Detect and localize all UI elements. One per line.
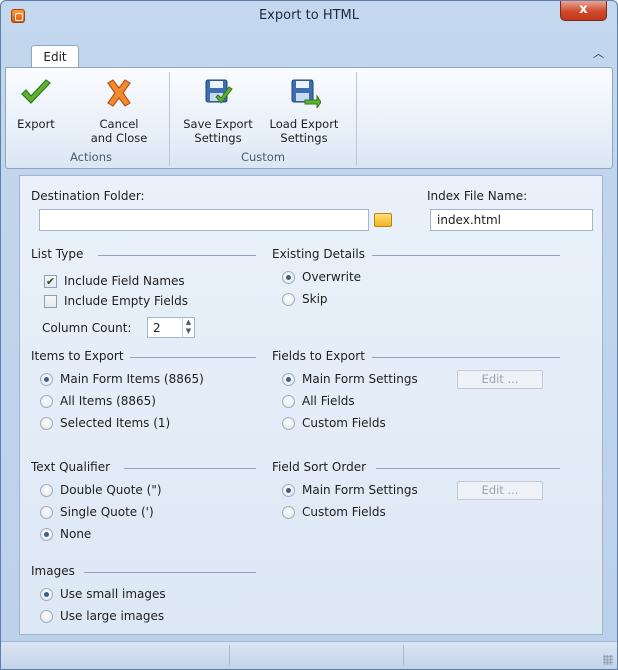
all-fields-radio[interactable] xyxy=(282,395,295,408)
cancel-and-close-button[interactable]: Cancel and Close xyxy=(84,78,154,145)
load-export-settings-button[interactable]: Load Export Settings xyxy=(264,78,344,145)
skip-label: Skip xyxy=(302,292,328,306)
close-button[interactable]: x xyxy=(560,1,607,21)
use-small-images-radio[interactable] xyxy=(40,588,53,601)
group-separator xyxy=(169,72,170,166)
use-small-images-label: Use small images xyxy=(60,587,166,601)
section-divider xyxy=(124,468,256,469)
custom-fields-label: Custom Fields xyxy=(302,416,386,430)
status-bar xyxy=(1,641,617,669)
custom-fields-radio[interactable] xyxy=(282,417,295,430)
existing-details-header: Existing Details xyxy=(272,247,365,261)
section-divider xyxy=(98,255,256,256)
section-divider xyxy=(372,357,560,358)
none-label: None xyxy=(60,527,92,541)
group-label-custom: Custom xyxy=(240,150,286,164)
group-label-actions: Actions xyxy=(69,150,112,164)
fields-main-form-settings-label: Main Form Settings xyxy=(302,372,418,386)
use-large-images-label: Use large images xyxy=(60,609,165,623)
overwrite-radio[interactable] xyxy=(282,271,295,284)
skip-radio[interactable] xyxy=(282,293,295,306)
resize-grip-icon[interactable] xyxy=(603,655,613,665)
section-divider xyxy=(130,357,256,358)
fields-edit-button[interactable]: Edit ... xyxy=(457,370,543,389)
tab-edit[interactable]: Edit xyxy=(31,45,79,69)
collapse-ribbon-icon[interactable]: ︿ xyxy=(593,45,604,61)
sort-edit-button[interactable]: Edit ... xyxy=(457,481,543,500)
sort-main-form-settings-label: Main Form Settings xyxy=(302,483,418,497)
none-radio[interactable] xyxy=(40,528,53,541)
ribbon-tab-strip: Edit ︿ xyxy=(1,31,617,69)
export-button[interactable]: Export xyxy=(14,78,58,131)
section-divider xyxy=(372,255,560,256)
images-header: Images xyxy=(31,564,75,578)
overwrite-label: Overwrite xyxy=(302,270,362,284)
sort-custom-fields-label: Custom Fields xyxy=(302,505,386,519)
all-fields-label: All Fields xyxy=(302,394,355,408)
use-large-images-radio[interactable] xyxy=(40,610,53,623)
group-separator xyxy=(356,72,357,166)
include-field-names-label: Include Field Names xyxy=(64,274,185,288)
section-divider xyxy=(376,468,560,469)
all-items-radio[interactable] xyxy=(40,395,53,408)
fields-to-export-header: Fields to Export xyxy=(272,349,365,363)
include-empty-fields-label: Include Empty Fields xyxy=(64,294,188,308)
text-qualifier-header: Text Qualifier xyxy=(31,460,111,474)
single-quote-radio[interactable] xyxy=(40,506,53,519)
index-file-name-label: Index File Name: xyxy=(427,189,528,203)
ribbon: Export Cancel and Close Actions Save Exp… xyxy=(5,67,613,169)
include-field-names-checkbox[interactable]: ✔ xyxy=(44,275,57,288)
save-export-settings-button[interactable]: Save Export Settings xyxy=(178,78,258,145)
load-disk-icon xyxy=(291,79,322,110)
browse-folder-icon[interactable] xyxy=(374,213,392,227)
status-separator xyxy=(403,645,404,666)
double-quote-radio[interactable] xyxy=(40,484,53,497)
selected-items-label: Selected Items (1) xyxy=(60,416,171,430)
checkmark-icon xyxy=(21,79,51,104)
list-type-header: List Type xyxy=(31,247,84,261)
double-quote-label: Double Quote (") xyxy=(60,483,162,497)
field-sort-order-header: Field Sort Order xyxy=(272,460,367,474)
items-to-export-header: Items to Export xyxy=(31,349,124,363)
sort-custom-fields-radio[interactable] xyxy=(282,506,295,519)
export-dialog: Export to HTML x Edit ︿ Export Cancel an… xyxy=(0,0,618,670)
index-file-name-input[interactable]: index.html xyxy=(430,209,593,231)
sort-main-form-settings-radio[interactable] xyxy=(282,484,295,497)
fields-main-form-settings-radio[interactable] xyxy=(282,373,295,386)
section-divider xyxy=(84,572,256,573)
status-separator xyxy=(229,645,230,666)
title-bar: Export to HTML x xyxy=(1,1,617,31)
window-title: Export to HTML xyxy=(258,8,360,23)
single-quote-label: Single Quote (') xyxy=(60,505,154,519)
stepper-arrows-icon[interactable]: ▲ ▼ xyxy=(182,318,194,337)
cancel-x-icon xyxy=(107,79,131,107)
column-count-stepper[interactable]: 2 ▲ ▼ xyxy=(147,317,195,338)
save-disk-icon xyxy=(205,79,233,104)
main-form-items-radio[interactable] xyxy=(40,373,53,386)
selected-items-radio[interactable] xyxy=(40,417,53,430)
include-empty-fields-checkbox[interactable] xyxy=(44,295,57,308)
main-form-items-label: Main Form Items (8865) xyxy=(60,372,204,386)
destination-folder-label: Destination Folder: xyxy=(31,189,145,203)
column-count-label: Column Count: xyxy=(42,321,132,335)
all-items-label: All Items (8865) xyxy=(60,394,156,408)
settings-panel: Destination Folder: Index File Name: ind… xyxy=(19,175,603,635)
destination-folder-input[interactable] xyxy=(39,209,369,231)
